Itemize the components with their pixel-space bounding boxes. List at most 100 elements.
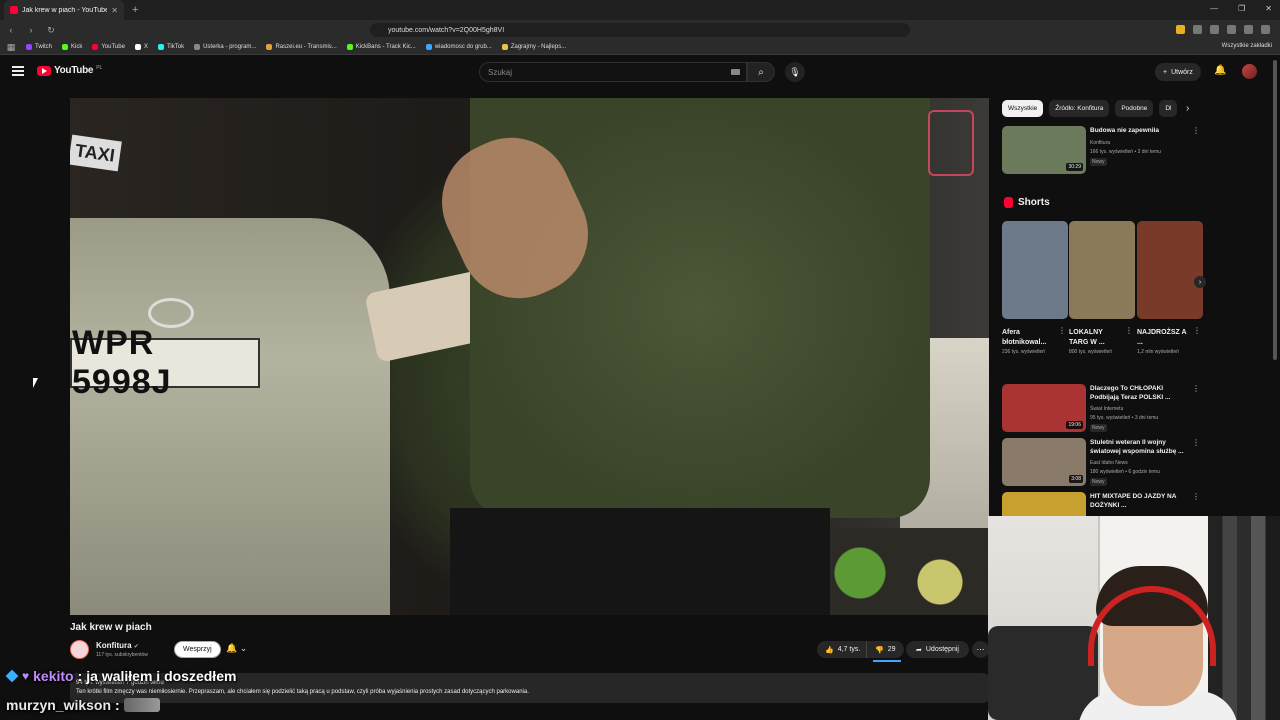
extension-icon[interactable] (1193, 25, 1202, 34)
like-button[interactable]: 👍 4,7 tys. (817, 641, 869, 658)
like-count: 4,7 tys. (837, 646, 861, 653)
keyboard-icon[interactable] (731, 69, 740, 75)
close-tab-icon[interactable]: ✕ (111, 6, 118, 15)
search-button[interactable]: ⌕ (747, 62, 775, 82)
recommendation-item[interactable]: 30:29 Budowa nie zapewnila Konfitura 166… (1002, 126, 1202, 176)
bookmark-item[interactable]: Twitch (26, 44, 52, 50)
rec-meta: 180 wyświetleń • 6 godzin temu (1090, 469, 1160, 475)
video-player[interactable]: TAXI WPR 5998J (70, 98, 989, 615)
channel-name[interactable]: Konfitura ✔ (96, 641, 139, 650)
chat-separator: : (77, 668, 83, 684)
notifications-bell-icon[interactable]: 🔔 (1214, 65, 1226, 76)
bookmark-item[interactable]: Usterka - program... (194, 44, 256, 50)
chip-all[interactable]: Wszystkie (1002, 100, 1044, 117)
thumbs-up-icon: 👍 (825, 646, 834, 654)
extension-icon[interactable] (1176, 25, 1185, 34)
bookmark-item[interactable]: wiadomosc do grub... (425, 44, 492, 50)
shorts-icon (1004, 197, 1013, 208)
bookmark-item[interactable]: YouTube (92, 44, 125, 50)
apps-grid-icon[interactable]: ▦ (6, 42, 16, 53)
more-actions-icon[interactable]: ⋯ (972, 641, 989, 658)
rec-meta: 95 tys. wyświetleń • 3 dni temu (1090, 415, 1159, 421)
minimize-icon[interactable]: — (1210, 4, 1218, 13)
youtube-logo[interactable]: YouTube PL (37, 65, 102, 76)
short-item[interactable]: LOKALNY TARG W ... 800 tys. wyświetleń ⋮ (1069, 221, 1135, 355)
video-thumbnail: 30:29 (1002, 126, 1086, 174)
menu-icon[interactable] (1261, 25, 1270, 34)
url-field[interactable]: youtube.com/watch?v=2Q00H5gh8VI (370, 23, 910, 37)
mouse-cursor-icon (33, 378, 41, 388)
extension-icon[interactable] (1227, 25, 1236, 34)
more-options-icon[interactable]: ⋮ (1192, 438, 1200, 447)
rec-meta: 166 tys. wyświetleń • 2 dni temu (1090, 149, 1161, 155)
create-label: Utwórz (1171, 68, 1193, 76)
rec-title: Budowa nie zapewnila (1090, 127, 1159, 134)
license-plate: WPR 5998J (70, 324, 260, 401)
forward-icon[interactable]: › (26, 25, 36, 35)
bookmark-item[interactable]: KickBans - Track Kic... (346, 44, 416, 50)
subscription-bell-icon[interactable]: 🔔 ⌄ (226, 643, 247, 654)
bookmark-favicon-icon (26, 44, 32, 50)
bookmark-item[interactable]: Kick (62, 44, 82, 50)
recommendation-item[interactable]: 3:08 Stuletni weteran II wojny światowej… (1002, 438, 1202, 488)
bookmark-label: wiadomosc do grub... (434, 44, 492, 50)
heart-badge-icon: ♥ (22, 669, 30, 683)
create-button[interactable]: + Utwórz (1155, 63, 1201, 81)
extension-icons (1176, 25, 1270, 34)
bookmark-favicon-icon (62, 44, 69, 50)
share-icon: ➦ (916, 646, 922, 654)
chevron-right-icon[interactable]: › (1186, 103, 1189, 114)
bookmark-label: Zagrajmy - Najleps... (510, 44, 567, 50)
more-options-icon[interactable]: ⋮ (1192, 492, 1200, 501)
extension-icon[interactable] (1244, 25, 1253, 34)
page-scrollbar[interactable] (1273, 60, 1277, 360)
support-button[interactable]: Wesprzyj (174, 641, 221, 658)
user-avatar[interactable] (1242, 64, 1257, 79)
dislike-button[interactable]: 👎 29 (866, 641, 904, 658)
hamburger-menu-icon[interactable] (12, 66, 24, 76)
browser-tab[interactable]: Jak krew w piach - YouTube ✕ (4, 0, 124, 20)
bookmark-item[interactable]: Zagrajmy - Najleps... (501, 44, 567, 50)
shorts-next-icon[interactable]: › (1194, 276, 1206, 288)
logo-country: PL (96, 64, 103, 71)
bookmark-item[interactable]: X (134, 44, 148, 50)
bookmarks-bar: ▦ Twitch Kick YouTube X TikTok Usterka -… (0, 40, 1280, 55)
more-options-icon[interactable]: ⋮ (1192, 126, 1200, 135)
recommendation-item[interactable]: 19:06 Dlaczego To CHŁOPAKI Podbijają Ter… (1002, 384, 1202, 434)
search-input[interactable]: Szukaj (479, 62, 747, 82)
bookmark-favicon-icon (157, 44, 164, 50)
short-item[interactable]: NAJDROŻSZ A ... 1,2 mln wyświetleń ⋮ (1137, 221, 1203, 355)
channel-avatar[interactable] (70, 640, 89, 659)
bookmark-favicon-icon (194, 44, 201, 50)
all-bookmarks-link[interactable]: Wszystkie zakładki (1222, 43, 1272, 49)
recommendation-item[interactable]: HIT MIXTAPE DO JAZDY NA DOŻYNKI ... ⋮ (1002, 492, 1202, 516)
short-title: LOKALNY TARG W ... (1069, 329, 1105, 346)
chip-similar[interactable]: Podobne (1115, 100, 1154, 117)
close-window-icon[interactable]: ✕ (1265, 4, 1272, 13)
bookmark-label: TikTok (166, 44, 185, 50)
chip-source[interactable]: Źródło: Konfitura (1049, 100, 1110, 117)
chat-message: murzyn_wikson : (6, 697, 160, 713)
chat-message: ♥ kekito : ja waliłem i doszedłem (5, 668, 236, 684)
back-icon[interactable]: ‹ (6, 25, 16, 35)
chip-more[interactable]: Dl (1159, 100, 1178, 117)
short-thumbnail (1137, 221, 1203, 319)
new-tab-icon[interactable]: + (132, 4, 138, 16)
more-options-icon[interactable]: ⋮ (1193, 326, 1201, 335)
voice-search-button[interactable]: 🎙 (785, 62, 805, 82)
short-item[interactable]: Afera błotnikowal... 236 tys. wyświetleń… (1002, 221, 1068, 355)
more-options-icon[interactable]: ⋮ (1192, 384, 1200, 393)
microphone-icon: 🎙 (789, 66, 801, 77)
extension-icon[interactable] (1210, 25, 1219, 34)
reload-icon[interactable]: ↻ (46, 25, 56, 36)
short-views: 1,2 mln wyświetleń (1137, 349, 1179, 355)
bookmark-item[interactable]: Raszei.eu - Transmis... (266, 44, 337, 50)
rec-channel: Konfitura (1090, 140, 1111, 146)
more-options-icon[interactable]: ⋮ (1058, 326, 1066, 335)
bookmark-item[interactable]: TikTok (157, 44, 185, 50)
more-options-icon[interactable]: ⋮ (1125, 326, 1133, 335)
maximize-icon[interactable]: ❐ (1238, 4, 1245, 13)
filter-chips: Wszystkie Źródło: Konfitura Podobne Dl (1002, 100, 1178, 117)
share-button[interactable]: ➦ Udostępnij (906, 641, 969, 658)
chat-username: murzyn_wikson (6, 697, 112, 713)
